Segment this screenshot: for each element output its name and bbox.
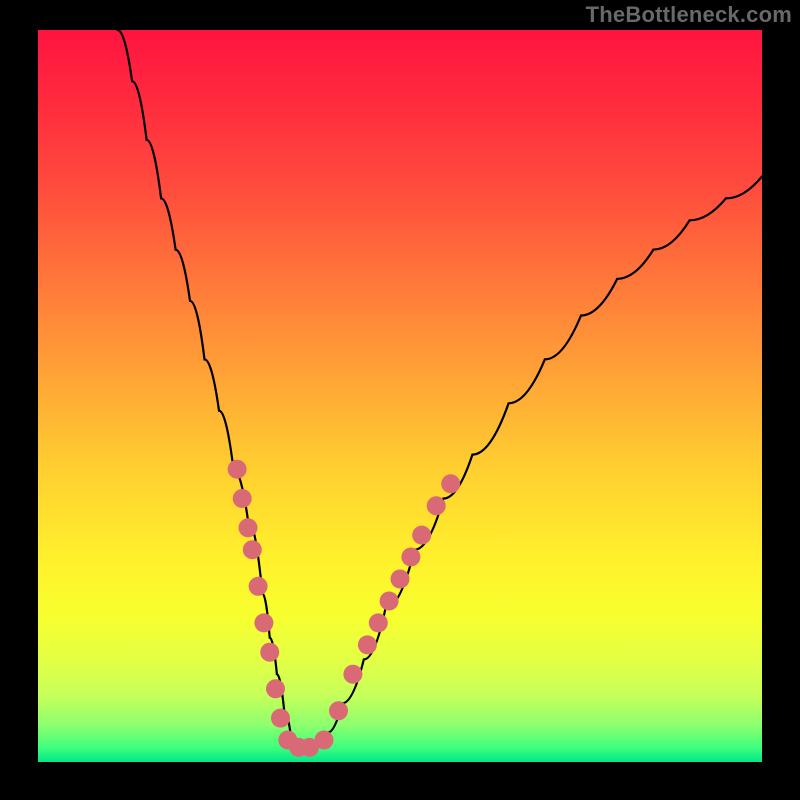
marker-point <box>271 709 290 728</box>
marker-point <box>329 701 348 720</box>
marker-point <box>243 540 262 559</box>
bottleneck-chart <box>0 0 800 800</box>
marker-point <box>228 460 247 479</box>
marker-point <box>254 613 273 632</box>
watermark-text: TheBottleneck.com <box>586 2 792 28</box>
marker-point <box>401 548 420 567</box>
marker-point <box>427 496 446 515</box>
marker-point <box>369 613 388 632</box>
marker-point <box>441 474 460 493</box>
marker-point <box>315 731 334 750</box>
marker-point <box>343 665 362 684</box>
marker-point <box>358 635 377 654</box>
marker-point <box>260 643 279 662</box>
marker-point <box>249 577 268 596</box>
marker-point <box>266 679 285 698</box>
marker-point <box>233 489 252 508</box>
chart-container: TheBottleneck.com <box>0 0 800 800</box>
marker-point <box>391 570 410 589</box>
marker-point <box>412 526 431 545</box>
marker-point <box>239 518 258 537</box>
marker-point <box>380 592 399 611</box>
